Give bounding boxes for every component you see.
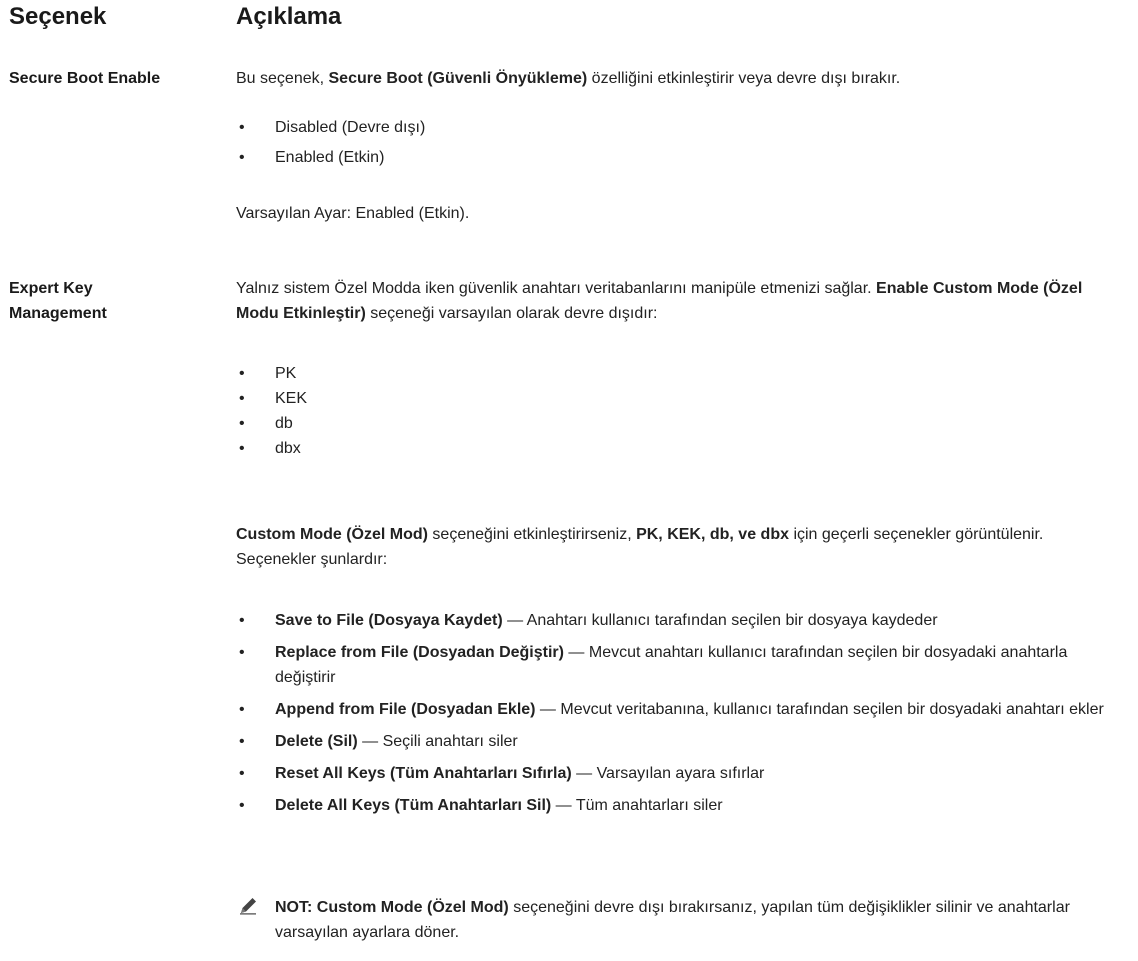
column-header-option: Seçenek xyxy=(9,3,107,30)
list-item: • Delete (Sil) — Seçili anahtarı siler xyxy=(239,733,518,750)
secure-boot-setting-list: • Disabled (Devre dışı) • Enabled (Etkin) xyxy=(236,115,1116,170)
column-header-description: Açıklama xyxy=(236,3,342,30)
list-item: • Delete All Keys (Tüm Anahtarları Sil) —… xyxy=(239,797,723,814)
option-expert-key-management: Expert Key Management xyxy=(9,280,107,322)
list-item: • PK xyxy=(239,365,297,382)
custom-mode-note: NOT: Custom Mode (Özel Mod) seçeneğini d… xyxy=(236,895,1116,945)
list-item: • Replace from File (Dosyadan Değiştir) —… xyxy=(239,644,1068,686)
list-item: • Append from File (Dosyadan Ekle) — Mevc… xyxy=(239,701,1104,718)
list-item: • Disabled (Devre dışı) xyxy=(239,119,426,136)
secure-boot-description: Bu seçenek, Secure Boot (Güvenli Önyükle… xyxy=(236,70,901,87)
option-secure-boot-enable: Secure Boot Enable xyxy=(9,70,161,87)
custom-mode-actions-list: • Save to File (Dosyaya Kaydet) — Anahtar… xyxy=(236,608,1116,818)
list-item: • Reset All Keys (Tüm Anahtarları Sıfırla… xyxy=(239,765,765,782)
list-item: • db xyxy=(239,415,293,432)
key-database-list: • PK • KEK • db • dbx xyxy=(236,361,1116,461)
custom-mode-description: Custom Mode (Özel Mod) seçeneğini etkinl… xyxy=(236,526,1044,568)
list-item: • KEK xyxy=(239,390,308,407)
list-item: • Enabled (Etkin) xyxy=(239,149,385,166)
expert-key-description: Yalnız sistem Özel Modda iken güvenlik a… xyxy=(236,280,1083,322)
list-item: • dbx xyxy=(239,440,301,457)
list-item: • Save to File (Dosyaya Kaydet) — Anahtar… xyxy=(239,612,938,629)
pencil-note-icon xyxy=(239,896,258,923)
secure-boot-default-setting: Varsayılan Ayar: Enabled (Etkin). xyxy=(236,205,470,222)
